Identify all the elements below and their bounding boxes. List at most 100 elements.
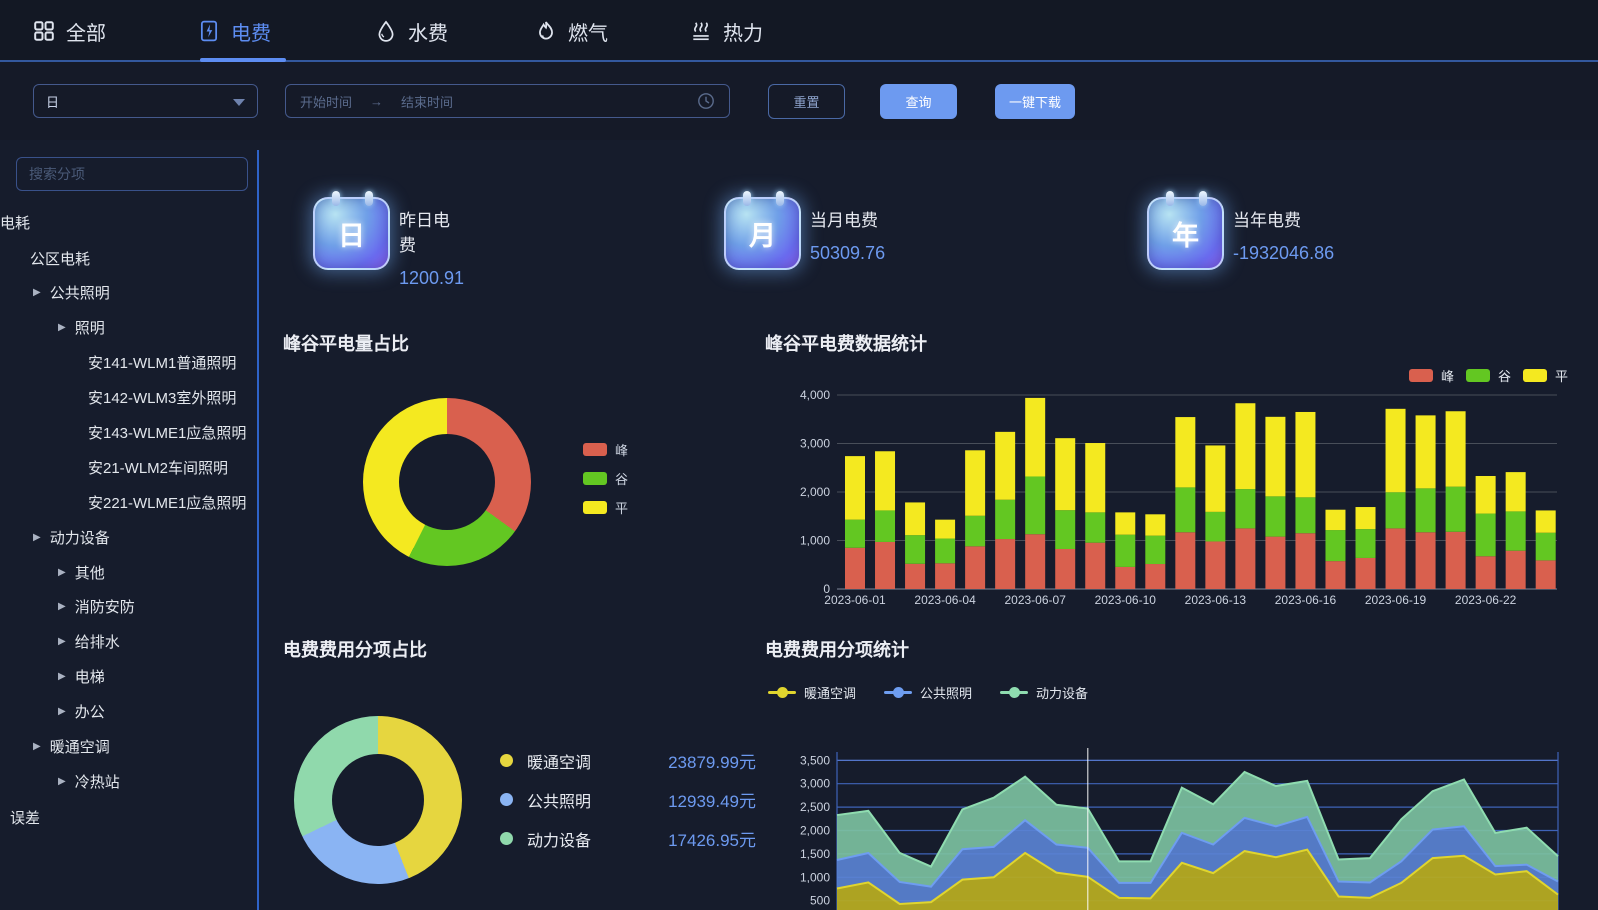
tree-item[interactable]: ▶ 暖通空调 bbox=[33, 734, 110, 758]
tree-item[interactable]: ▶给排水 bbox=[58, 629, 120, 653]
donut-hole bbox=[332, 754, 424, 846]
tab-label: 热力 bbox=[723, 17, 763, 46]
tab-water[interactable]: 水费 bbox=[375, 14, 448, 48]
area-chart-title: 电费费用分项统计 bbox=[765, 636, 909, 662]
period-select[interactable]: 日 bbox=[33, 84, 258, 118]
svg-text:2023-06-04: 2023-06-04 bbox=[914, 593, 976, 607]
legend-swatch bbox=[583, 501, 607, 514]
calendar-ring bbox=[365, 191, 373, 206]
calendar-day-icon: 日 bbox=[313, 197, 390, 270]
legend-item-power[interactable]: 动力设备 17426.95元 bbox=[500, 826, 756, 851]
legend-item-hvac[interactable]: 暖通空调 23879.99元 bbox=[500, 748, 756, 773]
legend-line-marker bbox=[768, 686, 796, 699]
svg-text:2023-06-22: 2023-06-22 bbox=[1455, 593, 1517, 607]
tab-label: 燃气 bbox=[568, 17, 608, 46]
tree-item-label: 安21-WLM2车间照明 bbox=[88, 457, 228, 478]
tab-gas[interactable]: 燃气 bbox=[535, 14, 608, 48]
date-range-arrow: → bbox=[370, 94, 383, 109]
tree-item-label: 安143-WLME1应急照明 bbox=[88, 422, 246, 443]
legend-item-lighting[interactable]: 公共照明 12939.49元 bbox=[500, 787, 756, 812]
tree-item[interactable]: 误差 bbox=[10, 805, 40, 829]
svg-text:2023-06-19: 2023-06-19 bbox=[1365, 593, 1427, 607]
search-input[interactable]: 搜索分项 bbox=[16, 157, 248, 191]
heat-icon bbox=[690, 20, 712, 42]
tree-item-label: 办公 bbox=[75, 701, 105, 722]
caret-right-icon[interactable]: ▶ bbox=[58, 567, 66, 578]
search-placeholder: 搜索分项 bbox=[29, 164, 85, 184]
tree-item[interactable]: 安142-WLM3室外照明 bbox=[88, 385, 236, 409]
sidebar-divider bbox=[257, 150, 259, 910]
tree-item[interactable]: 安143-WLME1应急照明 bbox=[88, 420, 246, 444]
caret-right-icon[interactable]: ▶ bbox=[58, 671, 66, 682]
stat-value: 1200.91 bbox=[399, 268, 464, 289]
tab-all[interactable]: 全部 bbox=[33, 14, 106, 48]
legend-item-flat[interactable]: 平 bbox=[583, 498, 628, 517]
tree-item[interactable]: 安21-WLM2车间照明 bbox=[88, 455, 228, 479]
flame-icon bbox=[535, 20, 557, 42]
tree-item-label: 安142-WLM3室外照明 bbox=[88, 387, 236, 408]
tree-item[interactable]: ▶公共照明 bbox=[33, 280, 110, 304]
tab-heat[interactable]: 热力 bbox=[690, 14, 763, 48]
tree-item-label: 暖通空调 bbox=[50, 736, 110, 757]
caret-right-icon[interactable]: ▶ bbox=[58, 776, 66, 787]
caret-right-icon[interactable]: ▶ bbox=[33, 741, 41, 752]
tree-item[interactable]: ▶其他 bbox=[58, 560, 105, 584]
download-button-label: 一键下载 bbox=[1009, 92, 1061, 111]
query-button-label: 查询 bbox=[905, 92, 931, 111]
svg-text:2023-06-01: 2023-06-01 bbox=[824, 593, 886, 607]
legend-value: 12939.49元 bbox=[668, 787, 756, 812]
download-button[interactable]: 一键下载 bbox=[995, 84, 1075, 119]
legend-swatch bbox=[583, 472, 607, 485]
svg-text:2,000: 2,000 bbox=[800, 824, 830, 838]
tree-item[interactable]: 电耗 bbox=[0, 210, 30, 234]
caret-right-icon[interactable]: ▶ bbox=[58, 322, 66, 333]
legend-label: 峰 bbox=[615, 440, 628, 459]
svg-text:2023-06-13: 2023-06-13 bbox=[1185, 593, 1247, 607]
tree-item[interactable]: ▶ 办公 bbox=[58, 699, 105, 723]
tab-label: 全部 bbox=[66, 17, 106, 46]
legend-dot bbox=[500, 793, 513, 806]
grid-icon bbox=[33, 20, 55, 42]
svg-text:1,000: 1,000 bbox=[800, 534, 830, 548]
tab-electricity[interactable]: 电费 bbox=[198, 14, 271, 48]
svg-text:2023-06-16: 2023-06-16 bbox=[1275, 593, 1337, 607]
caret-right-icon[interactable]: ▶ bbox=[33, 287, 41, 298]
caret-right-icon[interactable]: ▶ bbox=[58, 636, 66, 647]
tree-item[interactable]: 安141-WLM1普通照明 bbox=[88, 350, 236, 374]
tree-item[interactable]: 安221-WLME1应急照明 bbox=[88, 490, 246, 514]
calendar-ring bbox=[332, 191, 340, 206]
legend-label: 平 bbox=[615, 498, 628, 517]
legend-value: 23879.99元 bbox=[668, 748, 756, 773]
stat-value: 50309.76 bbox=[810, 243, 885, 264]
legend-item-peak[interactable]: 峰 bbox=[583, 440, 628, 459]
caret-right-icon[interactable]: ▶ bbox=[58, 706, 66, 717]
water-drop-icon bbox=[375, 20, 397, 42]
tree-item-label: 公区电耗 bbox=[30, 248, 90, 269]
tree-item[interactable]: 公区电耗 bbox=[30, 246, 90, 270]
caret-right-icon[interactable]: ▶ bbox=[58, 601, 66, 612]
svg-text:2,000: 2,000 bbox=[800, 485, 830, 499]
legend-item-hvac[interactable]: 暖通空调 bbox=[768, 683, 856, 702]
query-button[interactable]: 查询 bbox=[880, 84, 957, 119]
tree-item-label: 安141-WLM1普通照明 bbox=[88, 352, 236, 373]
tab-label: 电费 bbox=[231, 17, 271, 46]
legend-item-lighting[interactable]: 公共照明 bbox=[884, 683, 972, 702]
period-select-value: 日 bbox=[46, 92, 59, 111]
caret-right-icon[interactable]: ▶ bbox=[33, 532, 41, 543]
legend-label: 暖通空调 bbox=[804, 683, 856, 702]
tree-item[interactable]: ▶冷热站 bbox=[58, 769, 120, 793]
legend-item-valley[interactable]: 谷 bbox=[583, 469, 628, 488]
tree-item-label: 电梯 bbox=[75, 666, 105, 687]
legend-dot bbox=[500, 754, 513, 767]
date-range-input[interactable]: 开始时间 → 结束时间 bbox=[285, 84, 730, 118]
tree-item[interactable]: ▶照明 bbox=[58, 315, 105, 339]
legend-label: 动力设备 bbox=[1036, 683, 1088, 702]
calendar-char: 月 bbox=[749, 214, 776, 253]
legend-item-power[interactable]: 动力设备 bbox=[1000, 683, 1088, 702]
tree-item[interactable]: ▶ 电梯 bbox=[58, 664, 105, 688]
tree-item[interactable]: ▶消防安防 bbox=[58, 594, 135, 618]
sidebar: 搜索分项 电耗公区电耗 ▶公共照明 ▶照明安141-WLM1普通照明安142-WLM… bbox=[0, 140, 259, 910]
reset-button[interactable]: 重置 bbox=[768, 84, 845, 119]
top-nav: 全部 电费 水费 燃气 热力 bbox=[0, 0, 1598, 62]
tree-item[interactable]: ▶动力设备 bbox=[33, 525, 110, 549]
